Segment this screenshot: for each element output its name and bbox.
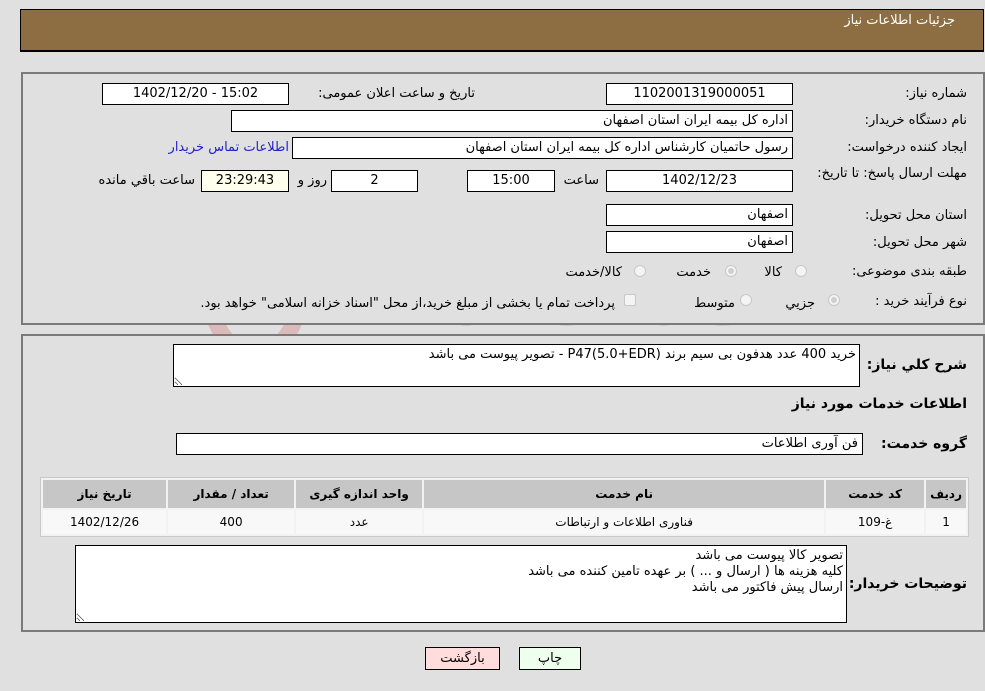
table-row: 1 غ-109 فناوری اطلاعات و ارتباطات عدد 40… [43,510,966,534]
process-option-minor: جزيي [785,296,815,311]
remaining-time-field: 23:29:43 [201,170,289,192]
process-option-medium: متوسط [694,296,735,311]
deadline-date-field: 1402/12/23 [606,170,793,192]
col-header-row-number: ردیف [926,480,966,508]
buyer-org-label: نام دستگاه خریدار: [864,113,967,128]
col-header-service-code: کد خدمت [826,480,925,508]
services-table: ردیف کد خدمت نام خدمت واحد اندازه گیری ت… [40,477,969,537]
cell-row-number: 1 [926,510,966,534]
col-header-need-date: تاریخ نیاز [43,480,167,508]
need-number-label: شماره نیاز: [905,86,967,101]
cell-service-name: فناوری اطلاعات و ارتباطات [424,510,825,534]
days-label: روز و [297,173,327,188]
col-header-unit: واحد اندازه گیری [296,480,423,508]
need-number-field: 1102001319000051 [606,83,793,105]
description-textarea[interactable]: خرید 400 عدد هدفون بی سیم برند P47(5.0+E… [173,344,860,387]
city-label: شهر محل تحویل: [872,235,967,250]
buyer-notes-textarea[interactable]: تصویر کالا پیوست می باشد کلیه هزینه ها (… [75,545,847,623]
requester-label: ایجاد کننده درخواست: [847,140,967,155]
deadline-time-field: 15:00 [467,170,555,192]
province-field: اصفهان [606,204,793,226]
cell-service-code: غ-109 [826,510,925,534]
service-group-field: فن آوری اطلاعات [176,433,863,455]
col-header-service-name: نام خدمت [424,480,825,508]
category-radio-goods[interactable] [795,265,807,277]
services-heading: اطلاعات خدمات مورد نیاز [791,396,967,412]
requester-field: رسول حاتمیان کارشناس اداره کل بیمه ایران… [292,137,793,159]
cell-quantity: 400 [168,510,295,534]
deadline-label: مهلت ارسال پاسخ: تا تاریخ: [817,166,967,181]
page-title: جزئیات اطلاعات نیاز [844,13,955,28]
description-label: شرح کلي نياز: [866,357,967,373]
print-button[interactable]: چاپ [519,647,581,670]
buyer-contact-link[interactable]: اطلاعات تماس خریدار [169,140,289,155]
page-header [20,9,984,52]
category-option-service: خدمت [676,265,711,280]
buyer-org-field: اداره کل بیمه ایران استان اصفهان [231,110,793,132]
process-radio-medium[interactable] [740,294,752,306]
back-button[interactable]: بازگشت [425,647,500,670]
treasury-note: پرداخت تمام یا بخشی از مبلغ خرید،از محل … [200,296,615,311]
city-field: اصفهان [606,231,793,253]
deadline-time-label: ساعت [563,173,599,188]
service-group-label: گروه خدمت: [881,436,967,452]
category-option-goods: کالا [764,265,782,280]
cell-need-date: 1402/12/26 [43,510,167,534]
remaining-time-label: ساعت باقي مانده [98,173,195,188]
process-radio-minor[interactable] [828,294,840,306]
category-label: طبقه بندی موضوعی: [851,264,967,279]
announce-datetime-field: 1402/12/20 - 15:02 [102,83,289,105]
cell-unit: عدد [296,510,423,534]
table-header-row: ردیف کد خدمت نام خدمت واحد اندازه گیری ت… [43,480,966,508]
category-option-goods-service: کالا/خدمت [565,265,622,280]
buyer-notes-label: توضیحات خریدار: [848,576,967,592]
process-label: نوع فرآیند خرید : [875,294,967,309]
col-header-quantity: تعداد / مقدار [168,480,295,508]
treasury-checkbox[interactable] [624,294,636,306]
days-remaining-field: 2 [331,170,418,192]
category-radio-goods-service[interactable] [634,265,646,277]
province-label: استان محل تحویل: [865,208,967,223]
announce-label: تاریخ و ساعت اعلان عمومی: [318,86,475,101]
category-radio-service[interactable] [725,265,737,277]
